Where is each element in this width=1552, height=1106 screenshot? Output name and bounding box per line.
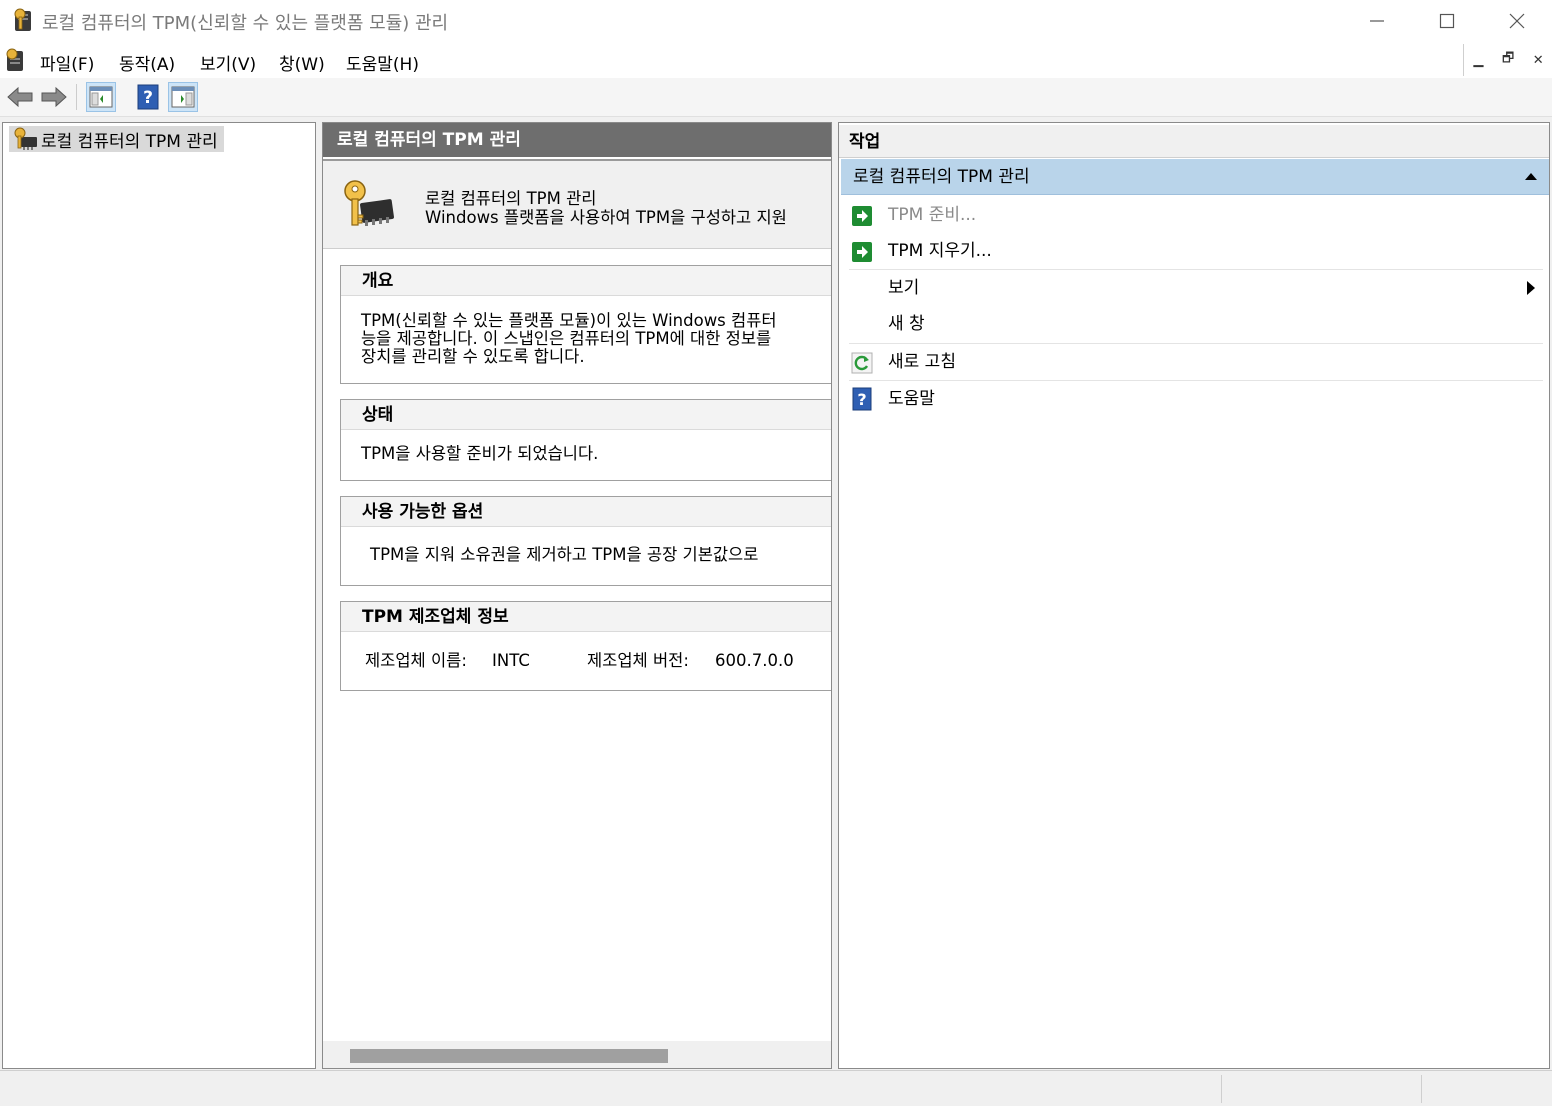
show-hide-action-pane-button[interactable] bbox=[168, 82, 198, 112]
status-bar bbox=[0, 1070, 1552, 1106]
tpm-doc-icon[interactable] bbox=[4, 48, 28, 74]
console-tree-pane: 로컬 컴퓨터의 TPM 관리 bbox=[2, 122, 316, 1069]
options-title: 사용 가능한 옵션 bbox=[341, 497, 831, 527]
action-pane-icon bbox=[171, 86, 195, 108]
action-clear-tpm-label: TPM 지우기... bbox=[888, 241, 992, 261]
close-icon bbox=[1509, 13, 1525, 29]
menu-action[interactable]: 동작(A) bbox=[119, 50, 175, 75]
toolbar: ? bbox=[0, 78, 1552, 117]
manufacturer-version-label: 제조업체 버전: bbox=[587, 651, 689, 670]
action-new-window[interactable]: 새 창 bbox=[839, 306, 1547, 342]
action-refresh-label: 새로 고침 bbox=[888, 352, 956, 372]
tree-item-tpm-management[interactable]: 로컬 컴퓨터의 TPM 관리 bbox=[9, 126, 224, 152]
title-bar: 로컬 컴퓨터의 TPM(신뢰할 수 있는 플랫폼 모듈) 관리 bbox=[0, 0, 1552, 42]
green-arrow-icon bbox=[852, 242, 872, 262]
green-arrow-icon bbox=[852, 206, 872, 226]
forward-button[interactable] bbox=[39, 82, 69, 112]
result-pane: 로컬 컴퓨터의 TPM 관리 로컬 컴퓨터의 TPM 관리 Windows 플랫… bbox=[322, 122, 832, 1069]
tpm-key-chip-icon bbox=[14, 127, 37, 150]
actions-header: 작업 bbox=[839, 125, 1549, 158]
close-button[interactable] bbox=[1482, 0, 1552, 42]
horizontal-scrollbar[interactable] bbox=[323, 1041, 831, 1068]
result-pane-header: 로컬 컴퓨터의 TPM 관리 bbox=[323, 123, 831, 157]
status-bar-divider bbox=[1221, 1075, 1222, 1103]
overview-line-2: 능을 제공합니다. 이 스냅인은 컴퓨터의 TPM에 대한 정보를 bbox=[361, 329, 772, 348]
mdi-controls: ▁ 🗗 ✕ bbox=[1463, 44, 1552, 76]
options-text[interactable]: TPM을 지워 소유권을 제거하고 TPM을 공장 기본값으로 bbox=[370, 546, 758, 564]
svg-text:?: ? bbox=[143, 88, 153, 108]
manufacturer-name-label: 제조업체 이름: bbox=[365, 651, 467, 670]
help-icon: ? bbox=[852, 387, 872, 411]
overview-section: 개요 TPM(신뢰할 수 있는 플랫폼 모듈)이 있는 Windows 컴퓨터 … bbox=[340, 265, 831, 384]
menu-view[interactable]: 보기(V) bbox=[200, 50, 256, 75]
help-icon: ? bbox=[137, 84, 159, 110]
mdi-minimize-icon[interactable]: ▁ bbox=[1473, 53, 1483, 68]
mdi-close-icon[interactable]: ✕ bbox=[1533, 53, 1544, 68]
toolbar-divider bbox=[76, 84, 77, 110]
options-section: 사용 가능한 옵션 TPM을 지워 소유권을 제거하고 TPM을 공장 기본값으… bbox=[340, 496, 831, 586]
overview-line-1: TPM(신뢰할 수 있는 플랫폼 모듈)이 있는 Windows 컴퓨터 bbox=[361, 311, 777, 330]
intro-description: Windows 플랫폼을 사용하여 TPM을 구성하고 지원 bbox=[425, 208, 787, 227]
show-hide-console-tree-button[interactable] bbox=[86, 82, 116, 112]
overview-title: 개요 bbox=[341, 266, 831, 296]
scrollbar-thumb[interactable] bbox=[350, 1049, 668, 1063]
help-toolbar-button[interactable]: ? bbox=[133, 82, 163, 112]
manufacturer-version-value: 600.7.0.0 bbox=[715, 651, 794, 670]
action-new-window-label: 새 창 bbox=[888, 314, 925, 334]
forward-arrow-icon bbox=[41, 86, 67, 108]
mdi-restore-icon[interactable]: 🗗 bbox=[1502, 49, 1514, 71]
tpm-app-icon bbox=[14, 8, 31, 31]
overview-line-3: 장치를 관리할 수 있도록 합니다. bbox=[361, 347, 585, 366]
intro-panel: 로컬 컴퓨터의 TPM 관리 Windows 플랫폼을 사용하여 TPM을 구성… bbox=[323, 159, 831, 249]
minimize-button[interactable] bbox=[1342, 0, 1412, 42]
window-title: 로컬 컴퓨터의 TPM(신뢰할 수 있는 플랫폼 모듈) 관리 bbox=[42, 13, 449, 34]
tpm-large-icon bbox=[344, 180, 394, 226]
action-view-label: 보기 bbox=[888, 278, 920, 298]
status-section: 상태 TPM을 사용할 준비가 되었습니다. bbox=[340, 399, 831, 481]
back-arrow-icon bbox=[7, 86, 33, 108]
actions-group-header[interactable]: 로컬 컴퓨터의 TPM 관리 bbox=[841, 159, 1549, 195]
menu-help[interactable]: 도움말(H) bbox=[346, 50, 419, 75]
action-help-label: 도움말 bbox=[888, 389, 935, 409]
menu-window[interactable]: 창(W) bbox=[279, 50, 325, 75]
minimize-icon bbox=[1370, 20, 1384, 22]
action-view[interactable]: 보기 bbox=[839, 270, 1547, 306]
status-title: 상태 bbox=[341, 400, 831, 430]
maximize-icon bbox=[1439, 13, 1455, 29]
collapse-up-icon[interactable] bbox=[1525, 172, 1537, 181]
refresh-icon bbox=[851, 352, 873, 374]
menu-bar: 파일(F) 동작(A) 보기(V) 창(W) 도움말(H) bbox=[0, 42, 1552, 79]
action-help[interactable]: ? 도움말 bbox=[839, 381, 1547, 417]
action-clear-tpm[interactable]: TPM 지우기... bbox=[839, 233, 1547, 269]
submenu-arrow-icon bbox=[1527, 281, 1535, 295]
action-prepare-tpm-label: TPM 준비... bbox=[888, 205, 977, 225]
status-text: TPM을 사용할 준비가 되었습니다. bbox=[361, 444, 599, 463]
back-button[interactable] bbox=[5, 82, 35, 112]
action-prepare-tpm[interactable]: TPM 준비... bbox=[839, 197, 1547, 233]
maximize-button[interactable] bbox=[1412, 0, 1482, 42]
actions-group-title: 로컬 컴퓨터의 TPM 관리 bbox=[853, 167, 1030, 187]
status-bar-divider bbox=[1421, 1075, 1422, 1103]
action-refresh[interactable]: 새로 고침 bbox=[839, 344, 1547, 380]
actions-pane: 작업 로컬 컴퓨터의 TPM 관리 TPM 준비... TPM 지우기... 보… bbox=[838, 122, 1550, 1069]
console-tree-icon bbox=[89, 86, 113, 108]
manufacturer-section: TPM 제조업체 정보 제조업체 이름: INTC 제조업체 버전: 600.7… bbox=[340, 601, 831, 691]
svg-text:?: ? bbox=[857, 390, 866, 409]
tree-item-label: 로컬 컴퓨터의 TPM 관리 bbox=[41, 131, 218, 152]
menu-file[interactable]: 파일(F) bbox=[40, 50, 94, 75]
manufacturer-name-value: INTC bbox=[492, 651, 530, 670]
manufacturer-title: TPM 제조업체 정보 bbox=[341, 602, 831, 632]
